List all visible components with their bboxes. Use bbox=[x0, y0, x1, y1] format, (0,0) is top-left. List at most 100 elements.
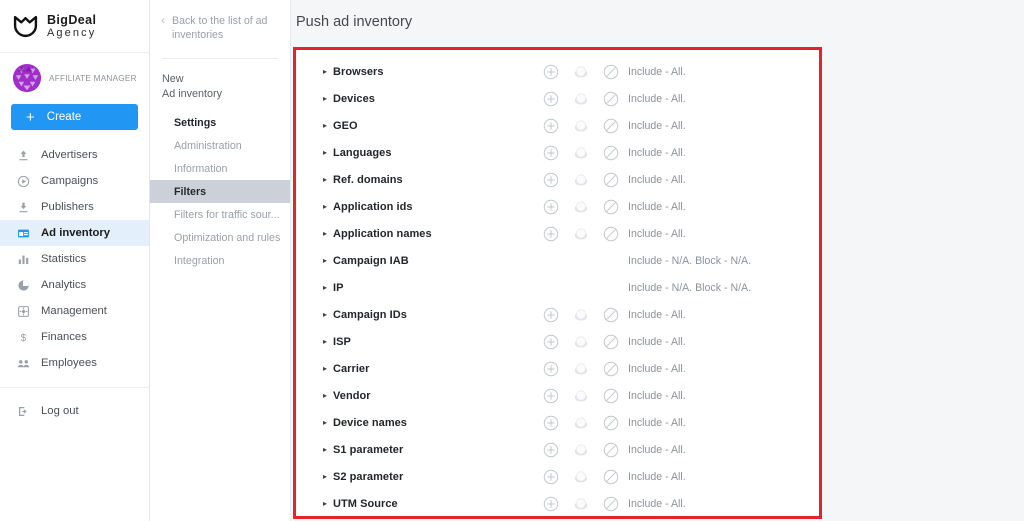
block-circle-icon[interactable] bbox=[603, 442, 619, 458]
filled-circle-icon[interactable] bbox=[573, 307, 589, 323]
expand-caret-icon[interactable]: ▸ bbox=[323, 94, 333, 103]
subnav-item-administration[interactable]: Administration bbox=[150, 134, 290, 157]
sidebar-item-campaigns[interactable]: Campaigns bbox=[0, 168, 149, 194]
plus-circle-icon[interactable] bbox=[543, 496, 559, 512]
subnav-item-filters-traffic-sources[interactable]: Filters for traffic sour... bbox=[150, 203, 290, 226]
block-circle-icon[interactable] bbox=[603, 496, 619, 512]
plus-circle-icon[interactable] bbox=[543, 334, 559, 350]
subnav-item-settings[interactable]: Settings bbox=[150, 111, 290, 134]
filter-row[interactable]: ▸ Ref. domains Include - All. bbox=[296, 166, 819, 193]
sidebar-item-management[interactable]: Management bbox=[0, 298, 149, 324]
plus-circle-icon[interactable] bbox=[543, 415, 559, 431]
create-button[interactable]: + Create bbox=[11, 104, 138, 130]
block-circle-icon[interactable] bbox=[603, 415, 619, 431]
block-circle-icon[interactable] bbox=[603, 118, 619, 134]
filter-row[interactable]: ▸ Application names Include - All. bbox=[296, 220, 819, 247]
filled-circle-icon[interactable] bbox=[573, 226, 589, 242]
filter-row[interactable]: ▸ S1 parameter Include - All. bbox=[296, 436, 819, 463]
block-circle-icon[interactable] bbox=[603, 307, 619, 323]
block-circle-icon[interactable] bbox=[603, 91, 619, 107]
sidebar-item-logout[interactable]: Log out bbox=[0, 398, 149, 424]
filter-row[interactable]: ▸ GEO Include - All. bbox=[296, 112, 819, 139]
sidebar-item-advertisers[interactable]: Advertisers bbox=[0, 142, 149, 168]
sidebar-item-publishers[interactable]: Publishers bbox=[0, 194, 149, 220]
subnav-item-information[interactable]: Information bbox=[150, 157, 290, 180]
block-circle-icon[interactable] bbox=[603, 469, 619, 485]
filled-circle-icon[interactable] bbox=[573, 442, 589, 458]
plus-circle-icon[interactable] bbox=[543, 118, 559, 134]
plus-circle-icon[interactable] bbox=[543, 91, 559, 107]
filter-row[interactable]: ▸ UTM Source Include - All. bbox=[296, 490, 819, 517]
subnav-item-filters[interactable]: Filters bbox=[150, 180, 290, 204]
plus-circle-icon[interactable] bbox=[543, 469, 559, 485]
plus-circle-icon[interactable] bbox=[543, 145, 559, 161]
plus-circle-icon[interactable] bbox=[543, 307, 559, 323]
plus-circle-icon[interactable] bbox=[543, 361, 559, 377]
filter-row[interactable]: ▸ Device names Include - All. bbox=[296, 409, 819, 436]
expand-caret-icon[interactable]: ▸ bbox=[323, 310, 333, 319]
subnav-item-optimization-and-rules[interactable]: Optimization and rules bbox=[150, 226, 290, 249]
filled-circle-icon[interactable] bbox=[573, 118, 589, 134]
filled-circle-icon[interactable] bbox=[573, 388, 589, 404]
plus-circle-icon[interactable] bbox=[543, 388, 559, 404]
filled-circle-icon[interactable] bbox=[573, 199, 589, 215]
filled-circle-icon[interactable] bbox=[573, 496, 589, 512]
filter-row[interactable]: ▸ Languages Include - All. bbox=[296, 139, 819, 166]
subnav-item-integration[interactable]: Integration bbox=[150, 249, 290, 272]
sidebar-item-statistics[interactable]: Statistics bbox=[0, 246, 149, 272]
expand-caret-icon[interactable]: ▸ bbox=[323, 445, 333, 454]
filter-row[interactable]: ▸ S2 parameter Include - All. bbox=[296, 463, 819, 490]
plus-circle-icon[interactable] bbox=[543, 172, 559, 188]
filter-row[interactable]: ▸ Campaign IAB Include - N/A. Block - N/A. bbox=[296, 247, 819, 274]
filter-row[interactable]: ▸ Vendor Include - All. bbox=[296, 382, 819, 409]
sidebar-item-ad-inventory[interactable]: Ad inventory bbox=[0, 220, 149, 246]
expand-caret-icon[interactable]: ▸ bbox=[323, 67, 333, 76]
block-circle-icon[interactable] bbox=[603, 172, 619, 188]
block-circle-icon[interactable] bbox=[603, 388, 619, 404]
expand-caret-icon[interactable]: ▸ bbox=[323, 121, 333, 130]
expand-caret-icon[interactable]: ▸ bbox=[323, 148, 333, 157]
expand-caret-icon[interactable]: ▸ bbox=[323, 229, 333, 238]
expand-caret-icon[interactable]: ▸ bbox=[323, 499, 333, 508]
filter-row[interactable]: ▸ Carrier Include - All. bbox=[296, 355, 819, 382]
sidebar-item-employees[interactable]: Employees bbox=[0, 350, 149, 376]
brand-header[interactable]: BigDeal Agency bbox=[0, 0, 149, 53]
filter-row[interactable]: ▸ Application ids Include - All. bbox=[296, 193, 819, 220]
filter-row[interactable]: ▸ Campaign IDs Include - All. bbox=[296, 301, 819, 328]
block-circle-icon[interactable] bbox=[603, 334, 619, 350]
expand-caret-icon[interactable]: ▸ bbox=[323, 391, 333, 400]
block-circle-icon[interactable] bbox=[603, 199, 619, 215]
filled-circle-icon[interactable] bbox=[573, 334, 589, 350]
filter-row[interactable]: ▸ Devices Include - All. bbox=[296, 85, 819, 112]
expand-caret-icon[interactable]: ▸ bbox=[323, 202, 333, 211]
filled-circle-icon[interactable] bbox=[573, 469, 589, 485]
plus-circle-icon[interactable] bbox=[543, 226, 559, 242]
account-row[interactable]: AFFILIATE MANAGER bbox=[0, 53, 149, 99]
filled-circle-icon[interactable] bbox=[573, 64, 589, 80]
filled-circle-icon[interactable] bbox=[573, 361, 589, 377]
expand-caret-icon[interactable]: ▸ bbox=[323, 283, 333, 292]
plus-circle-icon[interactable] bbox=[543, 64, 559, 80]
expand-caret-icon[interactable]: ▸ bbox=[323, 175, 333, 184]
filled-circle-icon[interactable] bbox=[573, 91, 589, 107]
expand-caret-icon[interactable]: ▸ bbox=[323, 364, 333, 373]
plus-circle-icon[interactable] bbox=[543, 442, 559, 458]
filled-circle-icon[interactable] bbox=[573, 145, 589, 161]
expand-caret-icon[interactable]: ▸ bbox=[323, 337, 333, 346]
filter-row[interactable]: ▸ IP Include - N/A. Block - N/A. bbox=[296, 274, 819, 301]
filled-circle-icon[interactable] bbox=[573, 172, 589, 188]
sidebar-item-analytics[interactable]: Analytics bbox=[0, 272, 149, 298]
filter-row[interactable]: ▸ ISP Include - All. bbox=[296, 328, 819, 355]
block-circle-icon[interactable] bbox=[603, 64, 619, 80]
block-circle-icon[interactable] bbox=[603, 361, 619, 377]
back-to-list-link[interactable]: ‹ Back to the list of ad inventories bbox=[150, 0, 290, 43]
filter-row[interactable]: ▸ Browsers Include - All. bbox=[296, 58, 819, 85]
sidebar-item-finances[interactable]: $ Finances bbox=[0, 324, 149, 350]
block-circle-icon[interactable] bbox=[603, 226, 619, 242]
block-circle-icon[interactable] bbox=[603, 145, 619, 161]
expand-caret-icon[interactable]: ▸ bbox=[323, 256, 333, 265]
expand-caret-icon[interactable]: ▸ bbox=[323, 472, 333, 481]
plus-circle-icon[interactable] bbox=[543, 199, 559, 215]
expand-caret-icon[interactable]: ▸ bbox=[323, 418, 333, 427]
filled-circle-icon[interactable] bbox=[573, 415, 589, 431]
